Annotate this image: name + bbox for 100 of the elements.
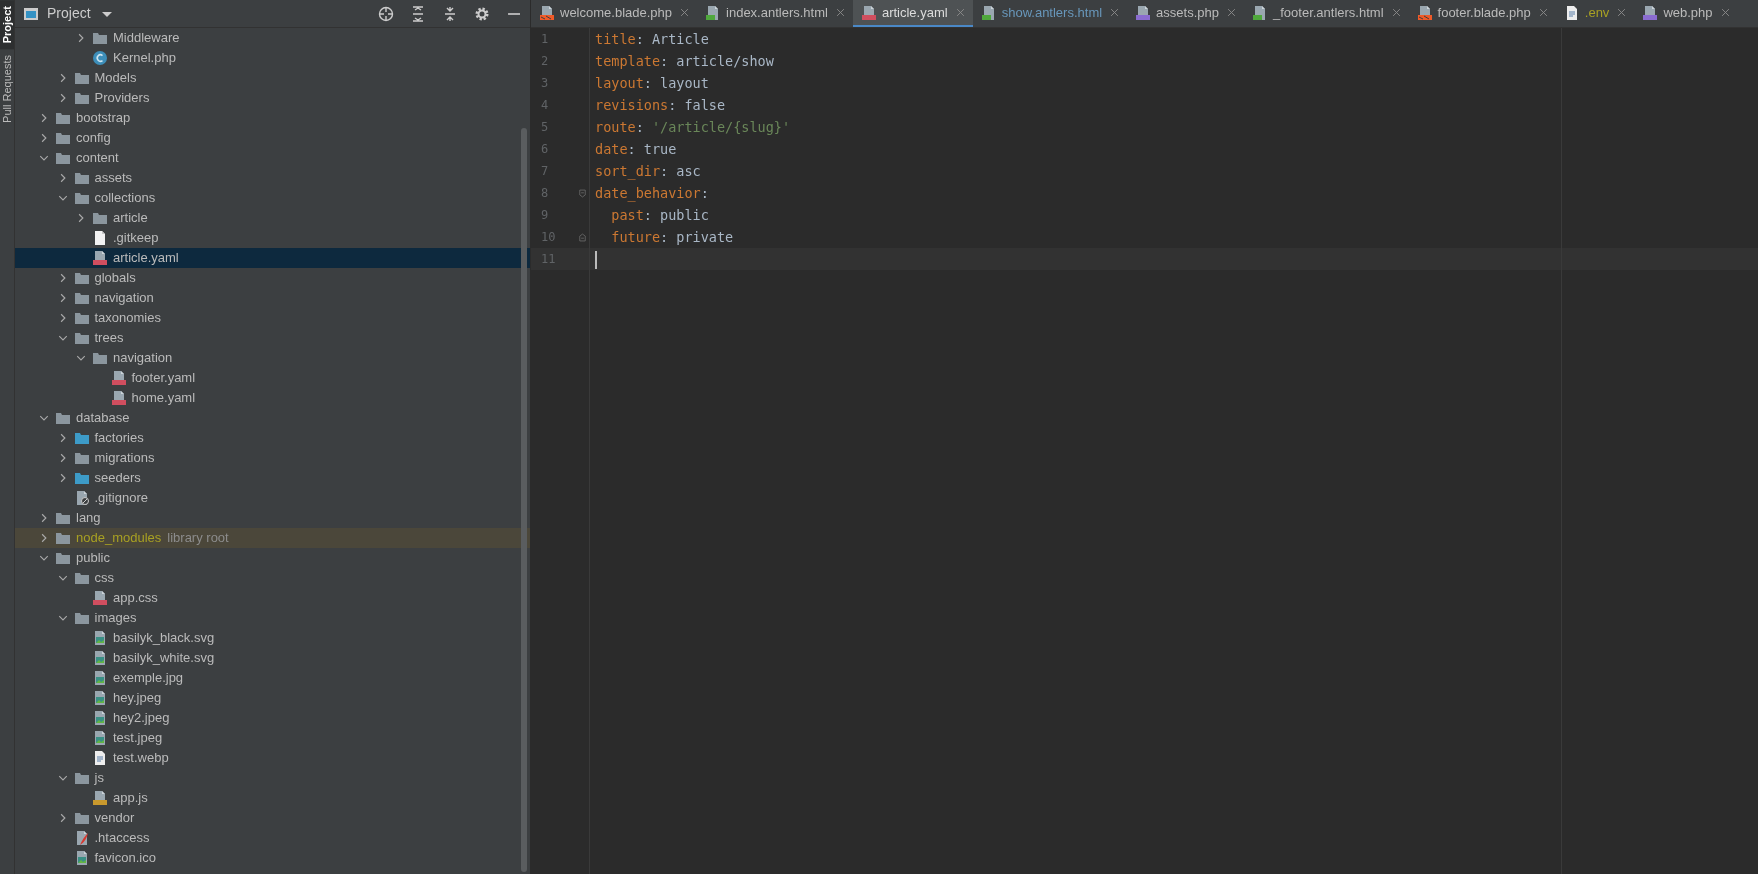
tree-item[interactable]: factories <box>15 428 530 448</box>
close-icon[interactable] <box>1110 8 1120 17</box>
tree-item[interactable]: exemple.jpg <box>15 668 530 688</box>
image-file-icon <box>92 630 108 646</box>
tree-item[interactable]: navigation <box>15 348 530 368</box>
tree-item[interactable]: home.yaml <box>15 388 530 408</box>
tree-item[interactable]: app.css <box>15 588 530 608</box>
tree-item[interactable]: migrations <box>15 448 530 468</box>
chevron-down-icon[interactable] <box>76 353 86 363</box>
tree-item[interactable]: hey.jpeg <box>15 688 530 708</box>
chevron-down-icon[interactable] <box>39 553 49 563</box>
tree-item[interactable]: node_modules library root <box>15 528 530 548</box>
chevron-down-icon[interactable] <box>39 153 49 163</box>
tree-item[interactable]: Models <box>15 68 530 88</box>
locate-icon[interactable] <box>378 5 394 22</box>
line-number: 1 <box>540 31 550 48</box>
editor-tab[interactable]: show.antlers.html <box>972 0 1128 27</box>
tree-item[interactable]: footer.yaml <box>15 368 530 388</box>
php-file-icon <box>1642 4 1659 21</box>
editor-tab[interactable]: footer.blade.php <box>1408 0 1556 27</box>
editor-tab[interactable]: welcome.blade.php <box>531 0 698 27</box>
folder-icon <box>55 130 71 146</box>
tree-item[interactable]: .gitkeep <box>15 228 530 248</box>
tree-item[interactable]: test.webp <box>15 748 530 768</box>
chevron-right-icon[interactable] <box>76 213 86 223</box>
chevron-down-icon[interactable] <box>57 773 68 783</box>
code-line: date_behavior: <box>595 185 709 201</box>
tree-item[interactable]: public <box>15 548 530 568</box>
chevron-down-icon[interactable] <box>57 333 68 343</box>
chevron-down-icon[interactable] <box>57 573 68 583</box>
fold-start-icon[interactable] <box>577 187 588 199</box>
tree-item[interactable]: hey2.jpeg <box>15 708 530 728</box>
chevron-down-icon[interactable] <box>39 413 49 423</box>
close-icon[interactable] <box>1720 8 1730 17</box>
blade-file-icon <box>539 4 555 21</box>
tree-item[interactable]: test.jpeg <box>15 728 530 748</box>
tree-item[interactable]: content <box>15 148 530 168</box>
tree-item[interactable]: collections <box>15 188 530 208</box>
close-icon[interactable] <box>680 8 690 17</box>
panel-title[interactable]: Project <box>47 3 91 24</box>
tree-item[interactable]: favicon.ico <box>15 848 530 868</box>
tree-item[interactable]: js <box>15 768 530 788</box>
tree-item[interactable]: article <box>15 208 530 228</box>
tree-item[interactable]: images <box>15 608 530 628</box>
folder-icon <box>55 530 71 546</box>
folder-icon <box>92 30 108 46</box>
tree-item[interactable]: article.yaml <box>15 248 530 268</box>
line-number: 2 <box>540 53 550 70</box>
tree-item[interactable]: seeders <box>15 468 530 488</box>
editor-tab[interactable]: .env <box>1555 0 1635 27</box>
html-file-icon <box>980 4 997 21</box>
close-icon[interactable] <box>1617 8 1627 17</box>
tree-item[interactable]: app.js <box>15 788 530 808</box>
tree-item[interactable]: config <box>15 128 530 148</box>
tree-item[interactable]: taxonomies <box>15 308 530 328</box>
close-icon[interactable] <box>1391 8 1401 17</box>
close-icon[interactable] <box>1227 8 1236 17</box>
tree-item[interactable]: Providers <box>15 88 530 108</box>
settings-icon[interactable] <box>474 5 490 22</box>
image-file-icon <box>92 730 108 746</box>
collapse-all-icon[interactable] <box>442 5 458 22</box>
editor-tab[interactable]: article.yaml <box>852 0 973 27</box>
folder-icon <box>92 350 108 366</box>
yaml-file-icon <box>110 390 127 406</box>
line-number: 9 <box>540 207 550 224</box>
yaml-file-icon <box>110 370 127 386</box>
tree-item[interactable]: basilyk_white.svg <box>15 648 530 668</box>
expand-all-icon[interactable] <box>410 5 426 22</box>
image-file-icon <box>92 650 108 666</box>
close-icon[interactable] <box>835 8 845 17</box>
library-root-hint: library root <box>167 529 229 547</box>
tree-item[interactable]: navigation <box>15 288 530 308</box>
tree-item[interactable]: .gitignore <box>15 488 530 508</box>
tree-item[interactable]: Kernel.php <box>15 48 530 68</box>
tree-item[interactable]: globals <box>15 268 530 288</box>
editor-tab[interactable]: _footer.antlers.html <box>1244 0 1409 27</box>
chevron-right-icon[interactable] <box>76 33 86 43</box>
tree-item[interactable]: trees <box>15 328 530 348</box>
folder-icon <box>55 550 71 566</box>
chevron-down-icon[interactable] <box>57 613 68 623</box>
scrollbar-thumb[interactable] <box>521 128 527 872</box>
tree-item[interactable]: basilyk_black.svg <box>15 628 530 648</box>
editor-tab[interactable]: assets.php <box>1127 0 1244 27</box>
tree-item[interactable]: css <box>15 568 530 588</box>
tool-window-tab[interactable]: Project <box>0 0 14 50</box>
tool-window-tab[interactable]: Pull Requests <box>0 49 14 130</box>
image-file-icon <box>92 670 108 686</box>
close-icon[interactable] <box>1538 8 1548 17</box>
tree-item[interactable]: .htaccess <box>15 828 530 848</box>
tree-item[interactable]: bootstrap <box>15 108 530 128</box>
tree-item[interactable]: assets <box>15 168 530 188</box>
editor-tab[interactable]: index.antlers.html <box>697 0 853 27</box>
folder-icon <box>73 430 90 446</box>
tree-item[interactable]: vendor <box>15 808 530 828</box>
tree-item[interactable]: Middleware <box>15 28 530 48</box>
editor-tab[interactable]: web.php <box>1634 0 1738 27</box>
chevron-down-icon[interactable] <box>57 193 68 203</box>
line-number: 4 <box>540 97 550 114</box>
tree-item[interactable]: database <box>15 408 530 428</box>
tree-item[interactable]: lang <box>15 508 530 528</box>
